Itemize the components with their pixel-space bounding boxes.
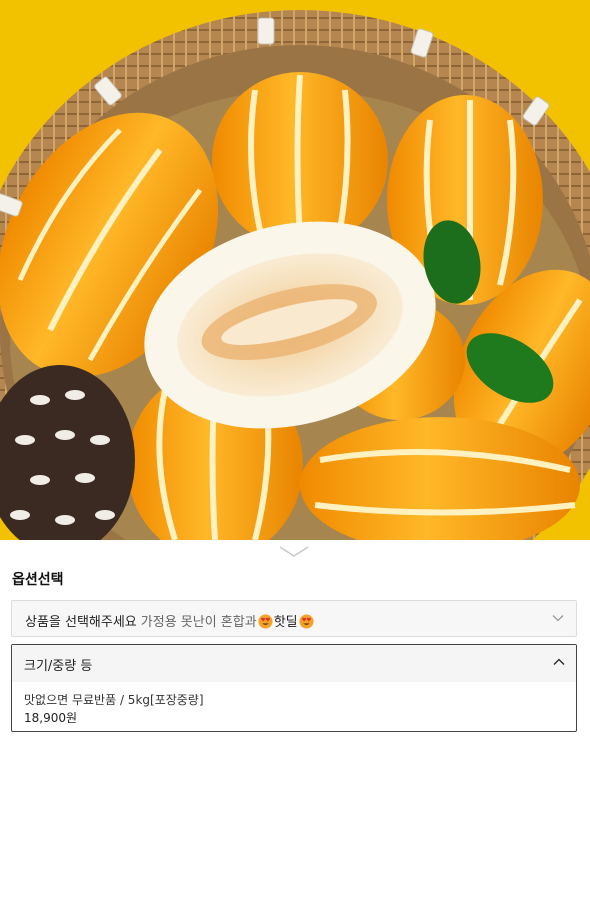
heart-eyes-emoji-icon (299, 614, 314, 629)
heart-eyes-emoji-icon (258, 614, 273, 629)
option-group-panel: 크기/중량 등 맛없으면 무료반품 / 5kg[포장중량] 18,900원 (11, 644, 577, 732)
select-placeholder: 상품을 선택해주세요 (25, 615, 137, 630)
chevron-up-icon (553, 658, 565, 665)
select-hotdeal-text: 핫딜 (273, 615, 298, 630)
option-item-name: 맛없으면 무료반품 / 5kg[포장중량] (24, 693, 204, 707)
option-group-label: 크기/중량 등 (24, 659, 93, 674)
option-group-header[interactable]: 크기/중량 등 (12, 645, 576, 682)
select-subtext: 가정용 못난이 혼합과 (140, 615, 257, 630)
product-image (0, 0, 590, 540)
chevron-down-icon (552, 615, 564, 622)
option-section-title: 옵션선택 (12, 572, 64, 588)
product-select-dropdown[interactable]: 상품을 선택해주세요 가정용 못난이 혼합과 핫딜 (11, 600, 577, 637)
collapse-chevron-icon[interactable] (279, 545, 309, 559)
option-item-price: 18,900원 (24, 711, 78, 725)
option-item[interactable]: 맛없으면 무료반품 / 5kg[포장중량] 18,900원 (12, 683, 576, 731)
